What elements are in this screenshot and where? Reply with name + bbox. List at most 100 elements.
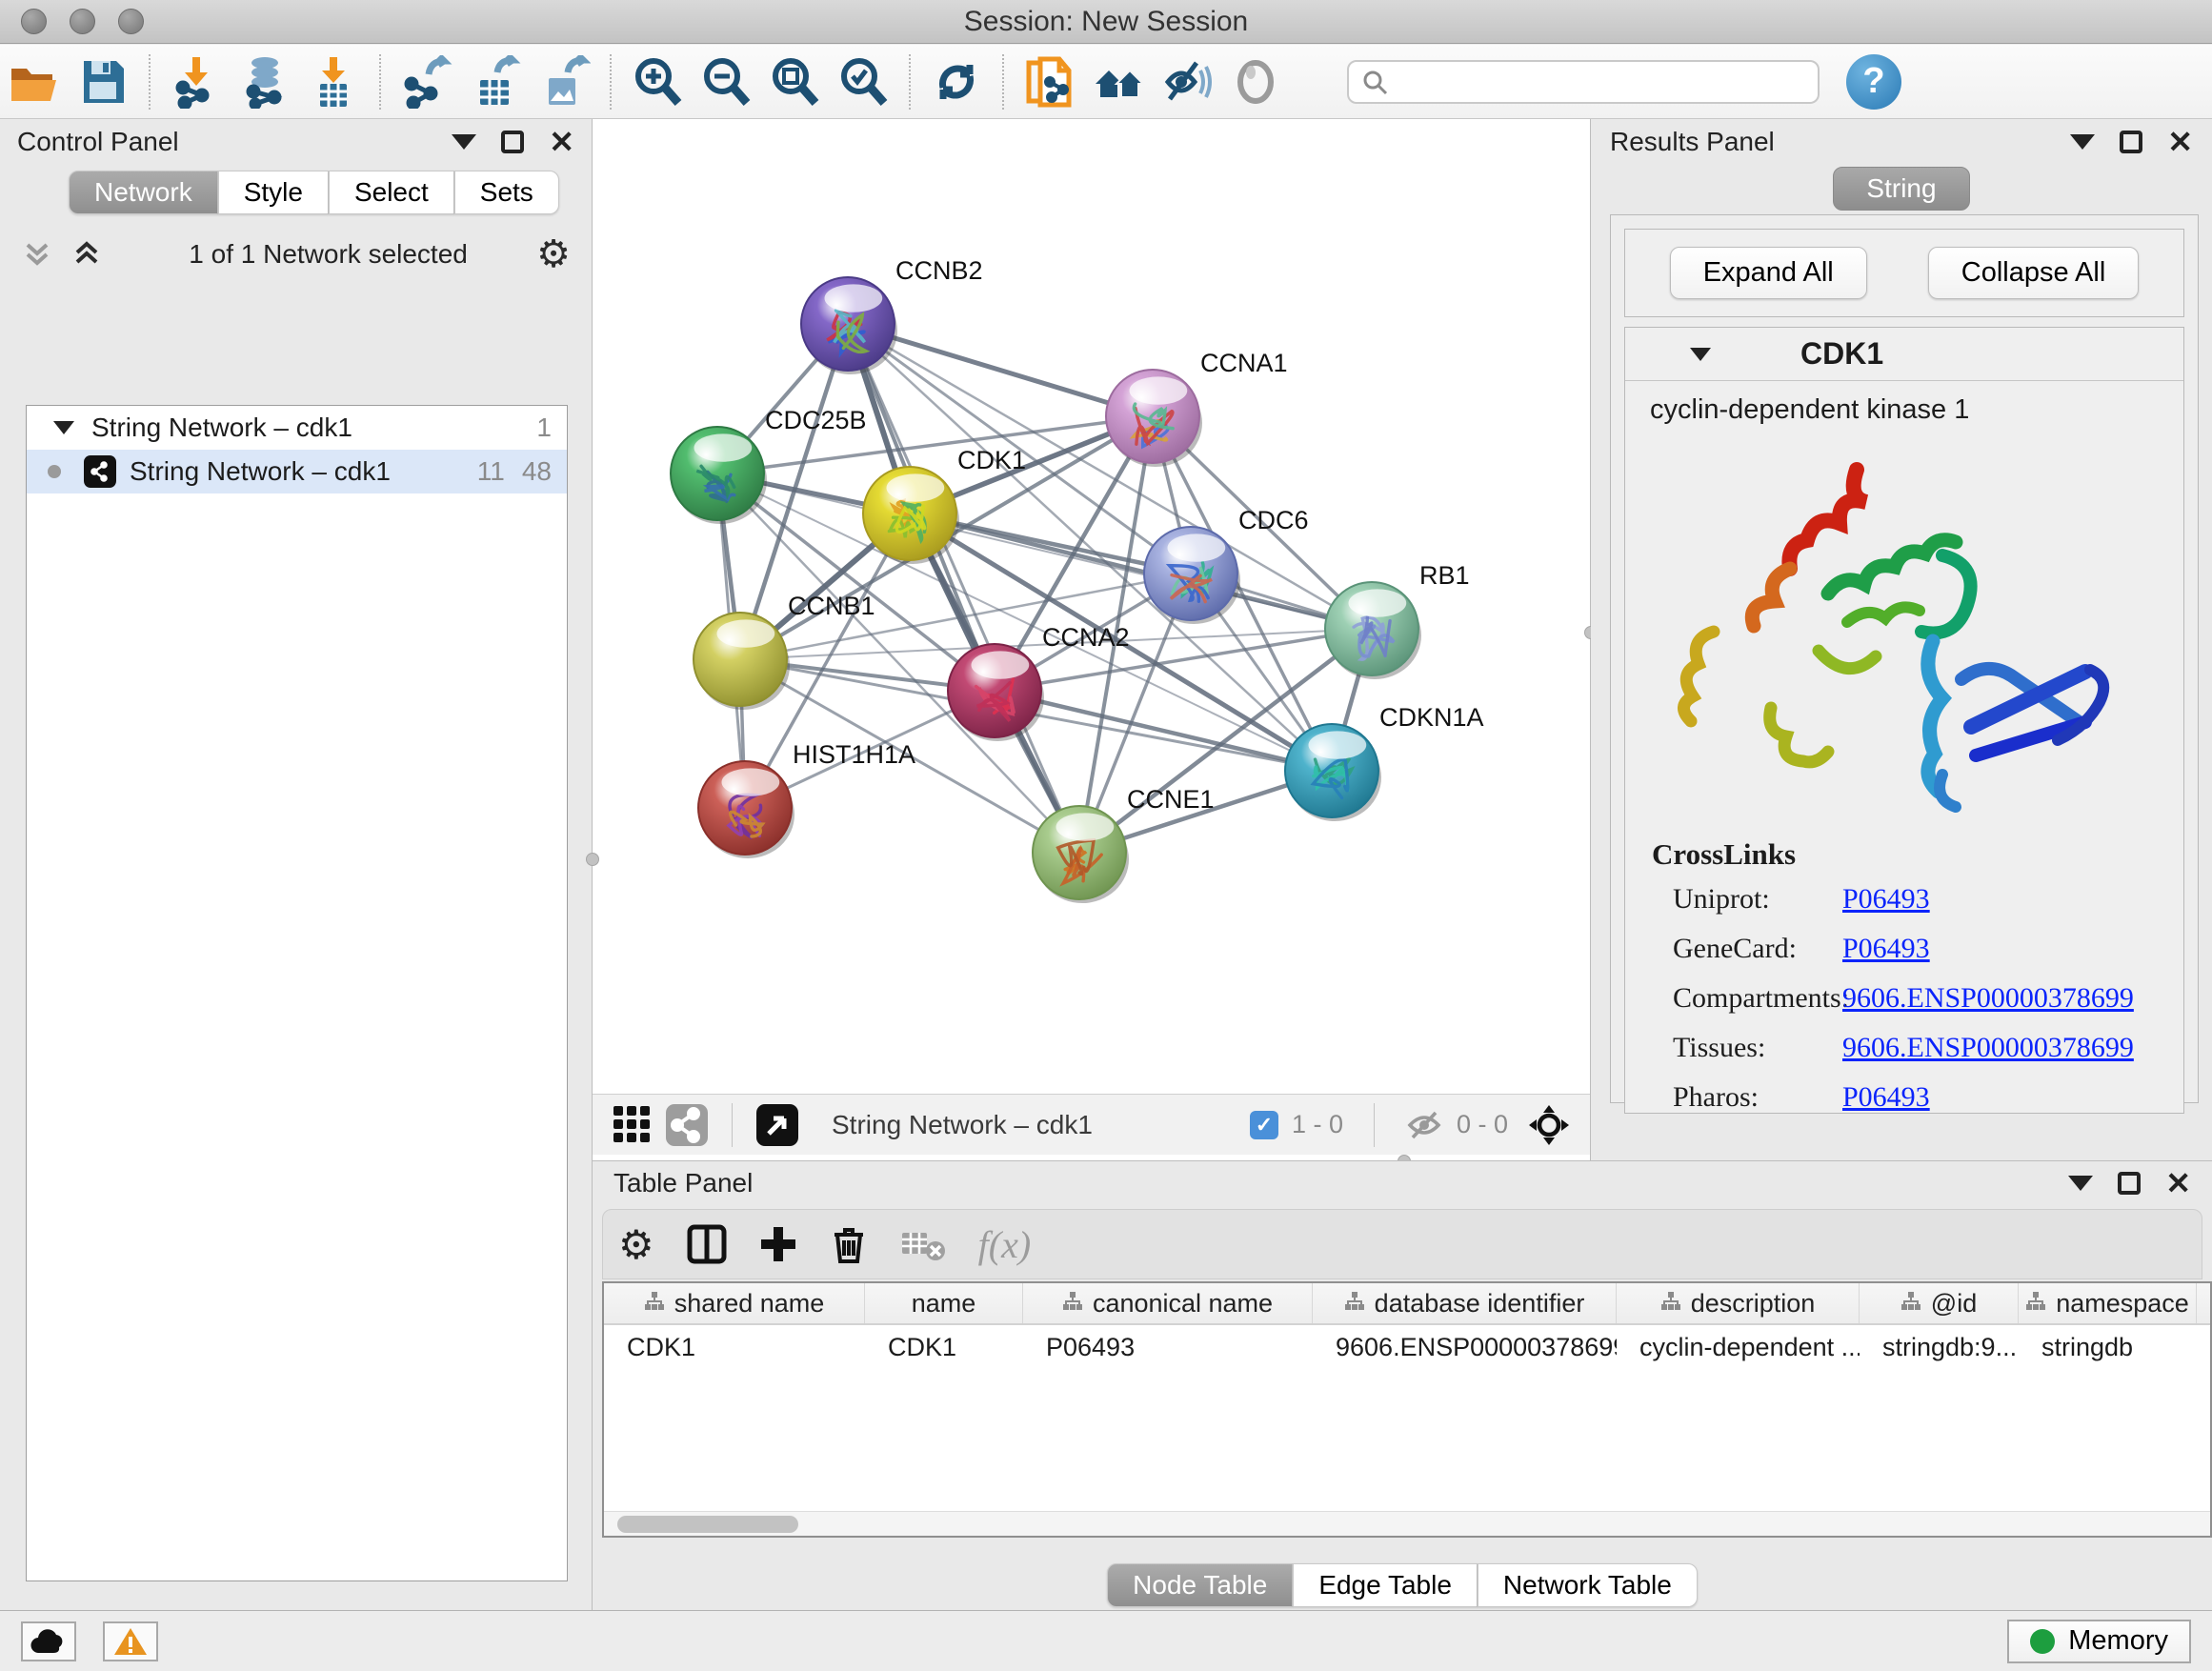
tab-edge-table[interactable]: Edge Table xyxy=(1293,1563,1478,1607)
node-HIST1H1A[interactable]: HIST1H1A xyxy=(698,740,915,858)
table-options-gear-button[interactable]: ⚙ xyxy=(618,1221,654,1268)
tab-sets[interactable]: Sets xyxy=(454,171,559,214)
create-column-button[interactable] xyxy=(759,1225,797,1263)
column-header-canonical-name[interactable]: canonical name xyxy=(1023,1283,1313,1323)
close-window-button[interactable] xyxy=(21,9,47,34)
string-view-button[interactable] xyxy=(665,1103,709,1147)
tab-string[interactable]: String xyxy=(1833,167,1969,211)
scrollbar-thumb[interactable] xyxy=(617,1516,798,1533)
eye-button[interactable] xyxy=(1221,51,1290,112)
tree-expand-icon[interactable] xyxy=(53,421,74,434)
collapse-all-networks-button[interactable] xyxy=(21,237,53,272)
node-CCNE1[interactable]: CCNE1 xyxy=(1033,785,1215,903)
column-header--id[interactable]: @id xyxy=(1860,1283,2019,1323)
node-CCNB1[interactable]: CCNB1 xyxy=(694,592,875,710)
collapse-all-button[interactable]: Collapse All xyxy=(1928,247,2140,299)
zoom-selected-button[interactable] xyxy=(829,51,897,112)
memory-button[interactable]: Memory xyxy=(2007,1620,2191,1663)
crosslink-link[interactable]: 9606.ENSP00000378699 xyxy=(1842,982,2134,1015)
node-RB1[interactable]: RB1 xyxy=(1325,561,1470,679)
node-CCNA1[interactable]: CCNA1 xyxy=(1106,349,1288,467)
table-row[interactable]: CDK1CDK1P064939606.ENSP00000378699cyclin… xyxy=(604,1325,2210,1369)
crosslink-link[interactable]: P06493 xyxy=(1842,883,1930,916)
export-table-button[interactable] xyxy=(461,51,530,112)
network-row-selected[interactable]: String Network – cdk1 11 48 xyxy=(27,450,567,493)
fit-crosshair-button[interactable] xyxy=(1527,1103,1571,1147)
export-image-button[interactable] xyxy=(530,51,598,112)
traffic-lights xyxy=(21,9,144,34)
refresh-layout-button[interactable] xyxy=(922,51,991,112)
edge-CCNA2-CDKN1A[interactable] xyxy=(995,691,1332,771)
search-input[interactable] xyxy=(1389,63,1806,101)
tab-style[interactable]: Style xyxy=(218,171,329,214)
homes-button[interactable] xyxy=(1084,51,1153,112)
network-canvas[interactable]: CCNB2CCNA1CDC25BCDK1CDC6RB1CCNB1CCNA2CDK… xyxy=(593,119,1590,1094)
panel-float-button[interactable] xyxy=(2120,131,2142,153)
tab-select[interactable]: Select xyxy=(329,171,454,214)
panel-close-button[interactable]: ✕ xyxy=(2167,127,2193,157)
delete-column-button[interactable] xyxy=(830,1225,868,1263)
export-network-button[interactable] xyxy=(392,51,461,112)
column-header-namespace[interactable]: namespace xyxy=(2019,1283,2197,1323)
tab-network[interactable]: Network xyxy=(69,171,218,214)
import-network-database-button[interactable] xyxy=(231,51,299,112)
function-builder-button[interactable]: f(x) xyxy=(978,1222,1032,1267)
table-cell[interactable]: CDK1 xyxy=(865,1325,1023,1369)
network-options-gear-button[interactable]: ⚙ xyxy=(536,235,571,273)
table-cell[interactable]: cyclin-dependent ... xyxy=(1617,1325,1860,1369)
network-collection-row[interactable]: String Network – cdk1 1 xyxy=(27,406,567,450)
table-cell[interactable]: stringdb xyxy=(2019,1325,2197,1369)
birdseye-grid-button[interactable] xyxy=(612,1104,654,1146)
table-cell[interactable]: stringdb:9... xyxy=(1860,1325,2019,1369)
table-cell[interactable]: CDK1 xyxy=(604,1325,865,1369)
panel-menu-button[interactable] xyxy=(2070,134,2095,150)
column-header-database-identifier[interactable]: database identifier xyxy=(1313,1283,1617,1323)
section-collapse-icon[interactable] xyxy=(1690,348,1711,361)
zoom-out-button[interactable] xyxy=(692,51,760,112)
cloud-button[interactable] xyxy=(21,1621,76,1661)
save-session-button[interactable] xyxy=(69,51,137,112)
zoom-in-button[interactable] xyxy=(623,51,692,112)
maximize-window-button[interactable] xyxy=(118,9,144,34)
table-cell[interactable]: P06493 xyxy=(1023,1325,1313,1369)
node-CDKN1A[interactable]: CDKN1A xyxy=(1285,703,1484,821)
help-button[interactable]: ? xyxy=(1846,54,1901,110)
expand-all-button[interactable]: Expand All xyxy=(1670,247,1867,299)
node-CDC25B[interactable]: CDC25B xyxy=(671,406,867,524)
panel-float-button[interactable] xyxy=(501,131,524,153)
tab-network-table[interactable]: Network Table xyxy=(1478,1563,1698,1607)
column-header-name[interactable]: name xyxy=(865,1283,1023,1323)
expand-all-networks-button[interactable] xyxy=(70,237,103,272)
edge-CCNB2-CCNE1[interactable] xyxy=(848,324,1079,853)
tab-node-table[interactable]: Node Table xyxy=(1107,1563,1293,1607)
open-in-window-button[interactable] xyxy=(755,1103,799,1147)
show-columns-button[interactable] xyxy=(687,1224,727,1264)
table-cell[interactable]: 9606.ENSP00000378699 xyxy=(1313,1325,1617,1369)
import-table-button[interactable] xyxy=(299,51,368,112)
panel-float-button[interactable] xyxy=(2118,1172,2141,1195)
network-graph[interactable]: CCNB2CCNA1CDC25BCDK1CDC6RB1CCNB1CCNA2CDK… xyxy=(593,119,1590,1094)
copy-document-button[interactable] xyxy=(1016,51,1084,112)
panel-menu-button[interactable] xyxy=(2068,1176,2093,1191)
panel-close-button[interactable]: ✕ xyxy=(2165,1168,2191,1198)
import-network-file-button[interactable] xyxy=(162,51,231,112)
crosslink-link[interactable]: P06493 xyxy=(1842,1081,1930,1114)
gene-section-header[interactable]: CDK1 xyxy=(1625,328,2183,381)
column-header-shared-name[interactable]: shared name xyxy=(604,1283,865,1323)
table-header-row: shared namenamecanonical namedatabase id… xyxy=(604,1283,2210,1325)
zoom-fit-button[interactable] xyxy=(760,51,829,112)
left-splitter-handle[interactable] xyxy=(586,853,599,866)
collection-count: 1 xyxy=(536,413,552,443)
open-session-button[interactable] xyxy=(0,51,69,112)
panel-menu-button[interactable] xyxy=(452,134,476,150)
minimize-window-button[interactable] xyxy=(70,9,95,34)
crosslink-link[interactable]: P06493 xyxy=(1842,933,1930,965)
delete-table-button[interactable] xyxy=(900,1225,946,1263)
warning-button[interactable] xyxy=(103,1621,158,1661)
column-header-description[interactable]: description xyxy=(1617,1283,1860,1323)
crosslink-link[interactable]: 9606.ENSP00000378699 xyxy=(1842,1032,2134,1064)
table-horizontal-scrollbar[interactable] xyxy=(604,1511,2210,1536)
selected-checkbox-icon[interactable]: ✓ xyxy=(1250,1111,1278,1139)
hide-visual-button[interactable] xyxy=(1153,51,1221,112)
panel-close-button[interactable]: ✕ xyxy=(549,127,574,157)
